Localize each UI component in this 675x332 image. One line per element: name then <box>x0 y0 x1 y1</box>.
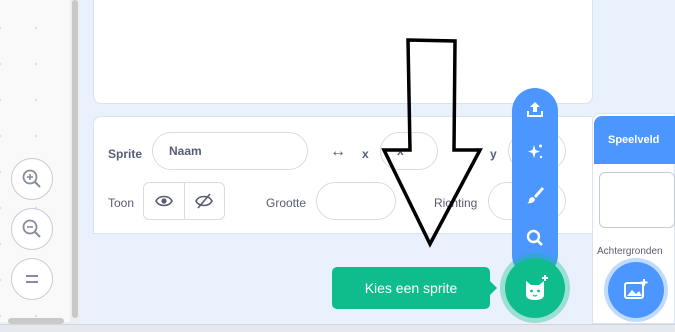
zoom-in-icon <box>22 169 41 188</box>
stage-tab[interactable]: Speelveld <box>594 116 675 164</box>
show-hidden-button[interactable] <box>183 183 225 219</box>
zoom-in-button[interactable] <box>11 158 53 200</box>
surprise-icon <box>528 144 543 159</box>
cat-sprite-icon <box>526 275 548 300</box>
bottom-status-bar <box>0 324 675 332</box>
upload-sprite-button[interactable] <box>514 90 556 128</box>
x-arrows-icon: ↔ <box>330 143 346 160</box>
vertical-scrollbar[interactable] <box>72 0 78 318</box>
upload-icon <box>527 102 543 117</box>
choose-backdrop-button[interactable] <box>608 262 664 318</box>
zoom-reset-button[interactable] <box>11 258 53 300</box>
search-sprite-button[interactable] <box>514 219 556 257</box>
backdrops-label: Achtergronden <box>597 246 663 257</box>
choose-sprite-button[interactable] <box>505 258 565 318</box>
tooltip-pointer <box>489 280 497 296</box>
sprite-name-field[interactable]: Naam <box>152 132 308 170</box>
backdrop-image-icon <box>624 279 648 299</box>
paint-sprite-button[interactable] <box>514 176 556 214</box>
choose-sprite-tooltip: Kies een sprite <box>332 267 490 309</box>
show-visible-button[interactable] <box>144 183 184 219</box>
stage-canvas[interactable] <box>93 0 593 104</box>
surprise-sprite-button[interactable] <box>514 133 556 171</box>
equals-icon <box>26 275 38 283</box>
search-icon <box>526 229 543 246</box>
zoom-out-button[interactable] <box>11 208 53 250</box>
sprite-label: Sprite <box>108 147 143 161</box>
eye-hidden-icon <box>195 193 214 209</box>
paint-icon <box>527 187 544 204</box>
stage-thumbnail[interactable] <box>599 172 675 228</box>
show-toggle-group <box>143 182 225 220</box>
eye-icon <box>154 195 173 207</box>
annotation-down-arrow <box>381 38 483 248</box>
size-label: Grootte <box>266 196 307 210</box>
show-label: Toon <box>108 196 135 210</box>
x-label: x <box>362 147 369 161</box>
zoom-out-icon <box>22 219 41 238</box>
